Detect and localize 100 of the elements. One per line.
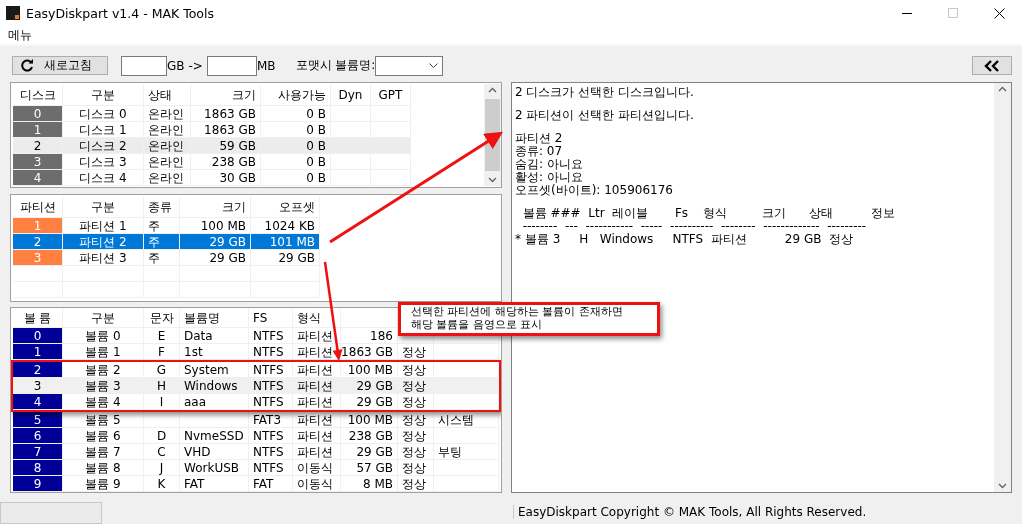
table-cell: WorkUSB	[180, 460, 249, 475]
scroll-up-icon[interactable]	[998, 86, 1007, 92]
table-cell: 온라인	[144, 170, 191, 185]
callout-text: 선택한 파티션에 해당하는 볼륨이 존재하면	[411, 306, 624, 318]
column-header[interactable]: 구분	[63, 308, 144, 327]
table-cell: H	[144, 378, 180, 393]
table-cell: System	[180, 362, 249, 377]
column-header[interactable]: 구분	[63, 196, 144, 217]
column-header[interactable]: 종류	[144, 196, 180, 217]
table-cell: C	[144, 444, 180, 459]
table-cell: 4	[13, 170, 63, 185]
column-header[interactable]: 볼륨명	[180, 308, 249, 327]
output-line: * 볼륨 3 H Windows NTFS 파티션 29 GB 정상	[515, 233, 855, 246]
table-row[interactable]: 8 볼륨 8 J WorkUSB NTFS 이동식 57 GB 정상	[13, 460, 499, 476]
scrollbar[interactable]	[994, 83, 1011, 492]
table-cell: FAT	[249, 476, 293, 491]
table-cell: Data	[180, 328, 249, 343]
column-header[interactable]: 파티션	[13, 196, 63, 217]
column-header[interactable]: 크기	[180, 196, 251, 217]
table-cell: 0 B	[261, 122, 331, 137]
table-cell: 파티션 1	[63, 218, 144, 233]
table-cell: 29 GB	[251, 250, 320, 265]
table-row[interactable]: 9 볼륨 9 K FAT FAT 이동식 8 MB 정상	[13, 476, 499, 492]
volume-name-dropdown[interactable]	[375, 55, 444, 76]
table-cell: 파티션 2	[63, 234, 144, 249]
table-cell: 주	[144, 218, 180, 233]
column-header[interactable]: 문자	[144, 308, 180, 327]
table-cell: 59 GB	[191, 138, 261, 153]
table-cell: 0 B	[261, 170, 331, 185]
table-row[interactable]: 7 볼륨 7 C VHD NTFS 파티션 29 GB 정상 부팅	[13, 444, 499, 460]
close-icon[interactable]	[993, 7, 1005, 19]
table-cell: NTFS	[249, 344, 293, 359]
table-cell: 0 B	[261, 138, 331, 153]
table-cell: 디스크 4	[63, 170, 144, 185]
column-header[interactable]: 디스크	[13, 84, 63, 105]
column-header[interactable]: 구분	[63, 84, 144, 105]
table-cell: 101 MB	[251, 234, 320, 249]
table-cell: 2	[13, 362, 63, 377]
column-header[interactable]: 크기	[191, 84, 261, 105]
table-row[interactable]: 3 파티션 3 주 29 GB 29 GB	[13, 250, 320, 266]
table-cell: 57 GB	[341, 460, 398, 475]
table-cell: 2	[13, 138, 63, 153]
column-header[interactable]: 사용가능	[261, 84, 331, 105]
table-row[interactable]: 4 디스크 4 온라인 30 GB 0 B	[13, 170, 411, 186]
table-row[interactable]: 2 디스크 2 온라인 59 GB 0 B	[13, 138, 411, 154]
size-input[interactable]	[121, 55, 167, 76]
size-input[interactable]	[206, 55, 257, 76]
table-row[interactable]: 2 볼륨 2 G System NTFS 파티션 100 MB 정상	[13, 362, 499, 378]
menu-item[interactable]: 메뉴	[8, 26, 32, 44]
table-cell: 볼륨 8	[63, 460, 144, 475]
output-line: 종류: 07	[515, 145, 564, 158]
table-row[interactable]: 4 볼륨 4 I aaa NTFS 파티션 29 GB 정상	[13, 394, 499, 410]
column-header[interactable]: GPT	[371, 84, 411, 105]
refresh-button[interactable]: 새로고침	[12, 56, 108, 75]
column-header[interactable]: Dyn	[331, 84, 371, 105]
table-cell: 1	[13, 218, 63, 233]
table-cell: 이동식	[293, 476, 341, 491]
table-cell: 0 B	[261, 154, 331, 169]
table-cell: 238 GB	[191, 154, 261, 169]
table-row[interactable]: 5 볼륨 5 FAT3 파티션 100 MB 정상 시스템	[13, 412, 499, 428]
table-row[interactable]: 0 디스크 0 온라인 1863 GB 0 B	[13, 106, 411, 122]
table-row[interactable]: 2 파티션 2 주 29 GB 101 MB	[13, 234, 320, 250]
scroll-down-icon[interactable]	[488, 177, 497, 183]
column-header[interactable]: 상태	[144, 84, 191, 105]
table-row[interactable]: 1 파티션 1 주 100 MB 1024 KB	[13, 218, 320, 234]
table-cell: 디스크 3	[63, 154, 144, 169]
window-title: EasyDiskpart v1.4 - MAK Tools	[26, 5, 215, 21]
collapse-button[interactable]	[972, 56, 1012, 75]
unit-label: GB	[167, 58, 185, 73]
table-cell: 3	[13, 154, 63, 169]
table-cell: 8	[13, 460, 63, 475]
table-cell: 디스크 1	[63, 122, 144, 137]
table-cell: 100 MB	[180, 218, 251, 233]
table-cell: 100 MB	[341, 412, 398, 427]
table-cell: 30 GB	[191, 170, 261, 185]
table-cell: 파티션	[293, 444, 341, 459]
scroll-down-icon[interactable]	[998, 483, 1007, 489]
double-chevron-icon	[984, 59, 1000, 72]
table-cell: 온라인	[144, 122, 191, 137]
table-cell: G	[144, 362, 180, 377]
app-icon	[6, 6, 20, 20]
column-header[interactable]: 볼 륨	[13, 308, 63, 327]
table-cell: 정상	[398, 444, 434, 459]
table-row[interactable]: 6 볼륨 6 D NvmeSSD NTFS 파티션 238 GB 정상	[13, 428, 499, 444]
table-row[interactable]: 3 볼륨 3 H Windows NTFS 파티션 29 GB 정상	[13, 378, 499, 394]
table-cell: 29 GB	[180, 234, 251, 249]
table-cell: I	[144, 394, 180, 409]
table-cell: 주	[144, 250, 180, 265]
table-row[interactable]: 1 볼륨 1 F 1st NTFS 파티션 1863 GB 정상	[13, 344, 499, 360]
callout-text: 해당 볼륨을 음영으로 표시	[411, 319, 544, 331]
scrollbar[interactable]	[484, 84, 501, 186]
table-row[interactable]: 3 디스크 3 온라인 238 GB 0 B	[13, 154, 411, 170]
table-cell: 볼륨 1	[63, 344, 144, 359]
column-header[interactable]: FS	[249, 308, 293, 327]
table-cell: 4	[13, 394, 63, 409]
output-line: 볼륨 ### Ltr 레이블 Fs 형식 크기 상태 정보	[521, 207, 896, 220]
scroll-up-icon[interactable]	[488, 87, 497, 93]
table-row[interactable]: 1 디스크 1 온라인 1863 GB 0 B	[13, 122, 411, 138]
table-cell: 29 GB	[341, 444, 398, 459]
column-header[interactable]: 오프셋	[251, 196, 320, 217]
